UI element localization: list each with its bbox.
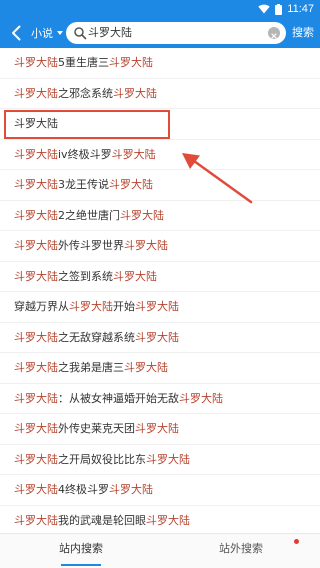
search-button[interactable]: 搜索 — [292, 23, 314, 43]
result-after-text: 之无敌穿越系统 — [58, 330, 135, 344]
search-result-item[interactable]: 斗罗大陆之开局奴役比比东斗罗大陆 — [0, 445, 320, 475]
result-after-text: 4终极斗罗 — [58, 483, 109, 496]
result-tail-text: 斗罗大陆 — [179, 391, 223, 405]
result-tail-text: 斗罗大陆 — [135, 422, 179, 435]
result-tail-text: 斗罗大陆 — [111, 147, 156, 161]
search-results-list: 斗罗大陆5重生唐三斗罗大陆 斗罗大陆之邪念系统斗罗大陆 斗罗大陆 斗罗大陆iv终极斗罗… — [0, 48, 320, 536]
result-tail-text: 斗罗大陆 — [135, 330, 179, 344]
result-highlight-text: 斗罗大陆 — [14, 330, 58, 344]
search-result-item[interactable]: 斗罗大陆外传史莱克天团斗罗大陆 — [0, 414, 320, 445]
result-highlight-text: 斗罗大陆 — [14, 147, 58, 161]
result-tail-text: 斗罗大陆 — [113, 86, 157, 100]
search-result-item[interactable]: 斗罗大陆iv终极斗罗斗罗大陆 — [0, 140, 320, 170]
result-tail-text: 斗罗大陆 — [146, 513, 190, 527]
result-after-text: 我的武魂是轮回眼 — [58, 513, 146, 527]
result-highlight-text: 斗罗大陆 — [14, 452, 58, 466]
result-highlight-text: 斗罗大陆 — [14, 208, 58, 222]
status-time: 11:47 — [287, 3, 314, 15]
search-result-item[interactable]: 斗罗大陆之签到系统斗罗大陆 — [0, 262, 320, 292]
result-highlight-text: 斗罗大陆 — [14, 239, 58, 252]
result-highlight-text: 斗罗大陆 — [14, 178, 58, 191]
active-tab-indicator — [61, 564, 101, 566]
result-after-text: ：从被女神逼婚开始无敌 — [58, 391, 179, 405]
search-result-item[interactable]: 斗罗大陆：从被女神逼婚开始无敌斗罗大陆 — [0, 384, 320, 414]
result-highlight-text: 斗罗大陆 — [69, 300, 113, 313]
result-after-text: 5重生唐三 — [58, 56, 109, 69]
result-after-text: 之我弟是唐三 — [58, 361, 124, 374]
result-highlight-text: 斗罗大陆 — [14, 361, 58, 374]
result-tail-text: 斗罗大陆 — [109, 56, 153, 69]
search-result-item[interactable]: 斗罗大陆4终极斗罗斗罗大陆 — [0, 475, 320, 506]
search-result-item[interactable]: 斗罗大陆之邪念系统斗罗大陆 — [0, 79, 320, 109]
result-tail-text: 斗罗大陆 — [120, 208, 164, 222]
result-highlight-text: 斗罗大陆 — [14, 56, 58, 69]
search-input[interactable]: 斗罗大陆 — [66, 22, 286, 44]
result-highlight-text: 斗罗大陆 — [14, 422, 58, 435]
search-result-item[interactable]: 斗罗大陆5重生唐三斗罗大陆 — [0, 48, 320, 79]
back-button[interactable] — [6, 22, 26, 44]
back-arrow-icon — [12, 25, 21, 41]
search-result-item[interactable]: 斗罗大陆3龙王传说斗罗大陆 — [0, 170, 320, 201]
clear-icon[interactable] — [268, 27, 280, 39]
search-result-item[interactable]: 穿越万界从斗罗大陆开始斗罗大陆 — [0, 292, 320, 323]
result-tail-text: 斗罗大陆 — [109, 483, 153, 496]
bottom-tab-bar: 站内搜索 站外搜索 — [0, 533, 320, 568]
notification-dot — [294, 539, 299, 544]
caret-down-icon — [57, 31, 63, 35]
result-after-text: iv终极斗罗 — [58, 147, 112, 161]
tab-in-site-search[interactable]: 站内搜索 — [46, 534, 116, 567]
search-result-item[interactable]: 斗罗大陆 — [0, 109, 320, 140]
tab-out-site-search[interactable]: 站外搜索 — [206, 534, 276, 567]
search-icon — [74, 27, 87, 40]
search-result-item[interactable]: 斗罗大陆外传斗罗世界斗罗大陆 — [0, 231, 320, 262]
annotation-arrow-icon — [182, 153, 253, 204]
search-result-item[interactable]: 斗罗大陆我的武魂是轮回眼斗罗大陆 — [0, 506, 320, 536]
result-tail-text: 斗罗大陆 — [124, 361, 168, 374]
search-result-item[interactable]: 斗罗大陆2之绝世唐门斗罗大陆 — [0, 201, 320, 231]
result-after-text: 外传斗罗世界 — [58, 239, 124, 252]
search-result-item[interactable]: 斗罗大陆之我弟是唐三斗罗大陆 — [0, 353, 320, 384]
category-dropdown[interactable]: 小说 — [31, 23, 63, 43]
result-tail-text: 斗罗大陆 — [146, 452, 190, 466]
result-highlight-text: 斗罗大陆 — [14, 391, 58, 405]
status-icons: 11:47 — [258, 2, 314, 16]
result-after-text: 之开局奴役比比东 — [58, 452, 146, 466]
result-after-text: 之签到系统 — [58, 269, 113, 283]
result-tail-text: 斗罗大陆 — [113, 269, 157, 283]
result-after-text: 斗罗大陆 — [14, 117, 58, 130]
result-before-text: 穿越万界从 — [14, 300, 69, 313]
category-label: 小说 — [31, 27, 53, 40]
result-after-text: 外传史莱克天团 — [58, 422, 135, 435]
result-tail-text: 斗罗大陆 — [124, 239, 168, 252]
search-result-item[interactable]: 斗罗大陆之无敌穿越系统斗罗大陆 — [0, 323, 320, 353]
result-highlight-text: 斗罗大陆 — [14, 483, 58, 496]
result-tail-text: 斗罗大陆 — [109, 178, 153, 191]
result-after-text: 之邪念系统 — [58, 86, 113, 100]
wifi-icon — [258, 4, 270, 14]
result-highlight-text: 斗罗大陆 — [14, 513, 58, 527]
result-after-text: 3龙王传说 — [58, 178, 109, 191]
result-after-text: 2之绝世唐门 — [58, 208, 120, 222]
result-tail-text: 斗罗大陆 — [135, 300, 179, 313]
battery-icon — [275, 3, 283, 15]
search-value: 斗罗大陆 — [88, 26, 132, 39]
status-bar: 11:47 — [0, 0, 320, 18]
result-highlight-text: 斗罗大陆 — [14, 269, 58, 283]
top-bar: 小说 斗罗大陆 搜索 — [0, 18, 320, 48]
result-highlight-text: 斗罗大陆 — [14, 86, 58, 100]
result-after-text: 开始 — [113, 300, 135, 313]
